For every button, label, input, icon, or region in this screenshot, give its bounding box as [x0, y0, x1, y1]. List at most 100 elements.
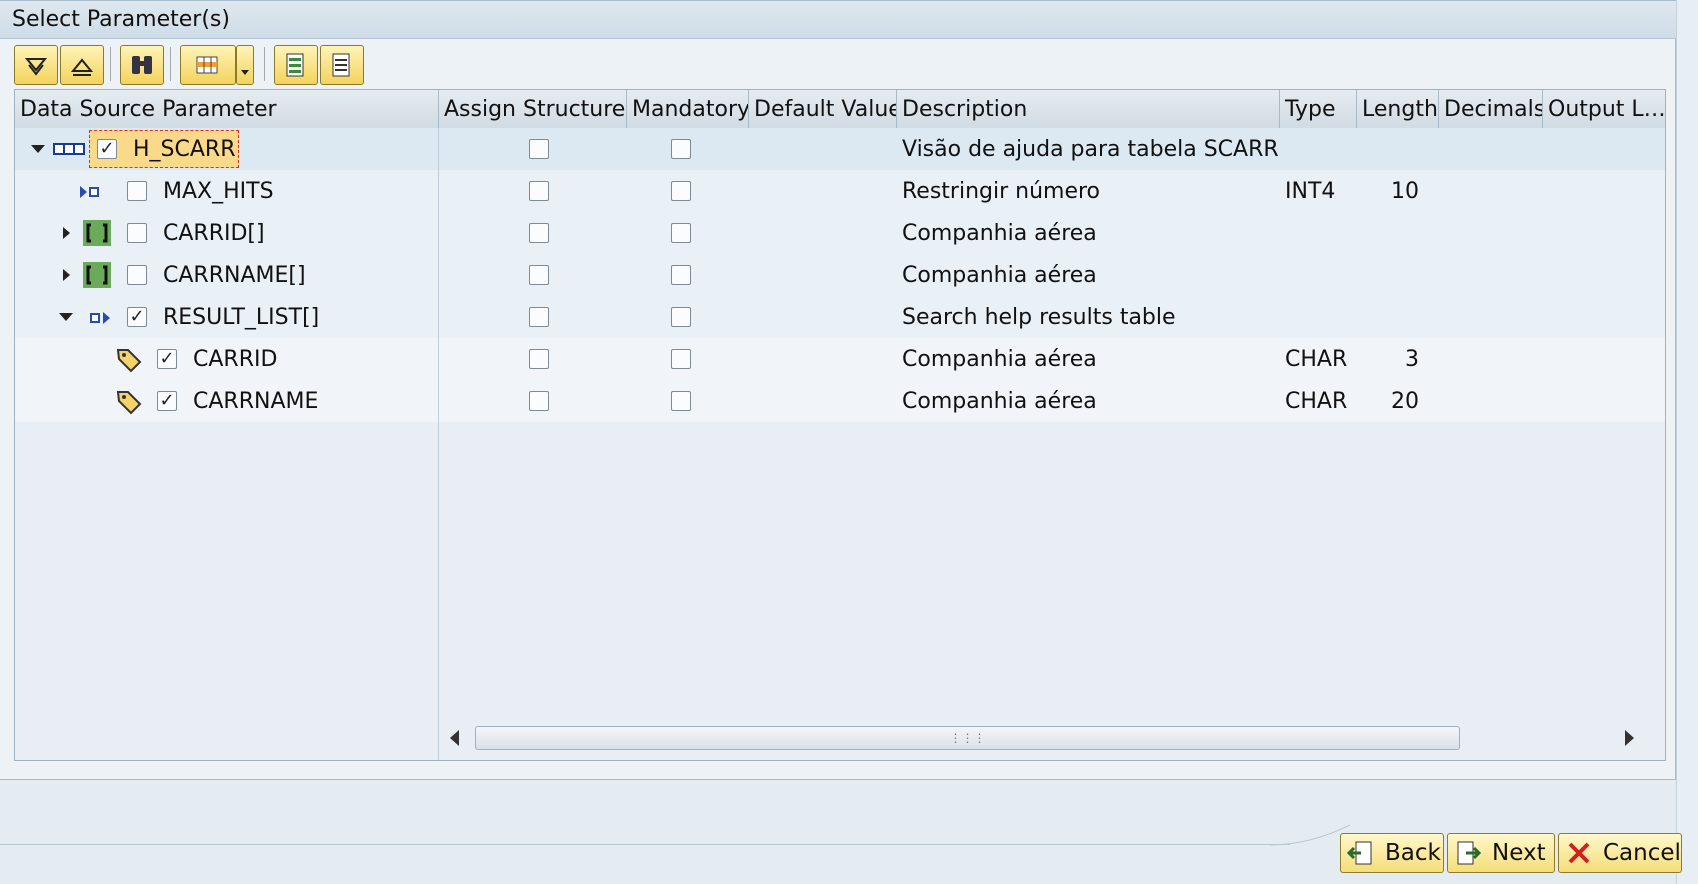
checkbox-assign-structure[interactable]	[529, 223, 549, 243]
grid-header: Data Source Parameter Assign Structure M…	[15, 90, 1665, 129]
description-cell: Companhia aérea	[902, 389, 1097, 414]
column-header-data-source-parameter[interactable]: Data Source Parameter	[15, 90, 439, 128]
expand-node-icon[interactable]	[63, 227, 70, 239]
export-parameter-icon	[90, 312, 110, 324]
collapse-all-icon	[70, 58, 94, 76]
column-header-assign-structure[interactable]: Assign Structure	[439, 90, 627, 128]
table-row[interactable]: ✓ RESULT_LIST[] Search help results tabl…	[15, 296, 1665, 338]
scrollbar-thumb[interactable]: ⋮⋮⋮	[475, 726, 1460, 750]
tag-icon	[116, 391, 142, 415]
checkbox-mandatory[interactable]	[671, 181, 691, 201]
footer-curve-decoration	[1270, 824, 1350, 846]
parameter-name: H_SCARR	[133, 137, 236, 162]
table-row[interactable]: CARRID[] Companhia aérea	[15, 212, 1665, 254]
checkbox-assign-structure[interactable]	[529, 265, 549, 285]
table-row[interactable]: ✓ CARRID Companhia aérea CHAR 3	[15, 338, 1665, 380]
description-cell: Restringir número	[902, 179, 1101, 204]
table-row[interactable]: ✓ CARRNAME Companhia aérea CHAR 20	[15, 380, 1665, 422]
checkbox-mandatory[interactable]	[671, 223, 691, 243]
checkbox-include-result-list[interactable]: ✓	[127, 307, 147, 327]
checkbox-mandatory[interactable]	[671, 349, 691, 369]
checkbox-assign-structure[interactable]	[529, 391, 549, 411]
binoculars-icon	[132, 56, 152, 74]
description-cell: Companhia aérea	[902, 263, 1097, 288]
checkbox-include-carrname-table[interactable]	[127, 265, 147, 285]
next-label: Next	[1492, 840, 1546, 866]
checkbox-assign-structure[interactable]	[529, 349, 549, 369]
table-row[interactable]: MAX_HITS Restringir número INT4 10	[15, 170, 1665, 212]
expand-all-button[interactable]	[14, 45, 58, 85]
table-parameter-icon	[83, 220, 111, 246]
footer-divider	[0, 844, 1290, 845]
expand-all-icon	[24, 58, 48, 76]
expand-node-icon[interactable]	[63, 269, 70, 281]
description-cell: Search help results table	[902, 305, 1176, 330]
collapse-node-icon[interactable]	[59, 313, 73, 321]
import-parameter-icon	[80, 186, 99, 198]
column-header-description[interactable]: Description	[897, 90, 1280, 128]
back-arrow-icon	[1347, 841, 1372, 865]
next-button[interactable]: Next	[1447, 833, 1555, 873]
tree-column-divider	[438, 128, 439, 760]
window-right-edge	[1676, 0, 1698, 884]
parameter-name: CARRNAME[]	[163, 263, 306, 288]
deselect-all-icon	[332, 53, 350, 77]
cancel-label: Cancel	[1603, 840, 1681, 866]
column-header-length[interactable]: Length	[1357, 90, 1439, 128]
select-all-button[interactable]	[274, 45, 318, 85]
length-cell: 10	[1391, 179, 1419, 204]
table-parameter-icon	[83, 262, 111, 288]
column-header-type[interactable]: Type	[1280, 90, 1357, 128]
back-label: Back	[1385, 840, 1441, 866]
find-button[interactable]	[120, 45, 164, 85]
length-cell: 3	[1405, 347, 1419, 372]
column-header-decimals[interactable]: Decimals	[1439, 90, 1543, 128]
description-cell: Companhia aérea	[902, 221, 1097, 246]
structure-icon	[53, 143, 85, 155]
horizontal-scrollbar[interactable]: ⋮⋮⋮	[440, 724, 1645, 754]
toolbar-separator	[264, 47, 265, 81]
scroll-left-arrow-icon[interactable]	[450, 730, 459, 746]
column-header-output-length[interactable]: Output L…	[1543, 90, 1665, 128]
select-all-icon	[286, 53, 304, 77]
toolbar-separator	[110, 47, 111, 81]
description-cell: Companhia aérea	[902, 347, 1097, 372]
parameter-panel: Select Parameter(s) Data Source Paramete…	[0, 0, 1676, 780]
column-header-mandatory[interactable]: Mandatory	[627, 90, 749, 128]
checkbox-mandatory[interactable]	[671, 391, 691, 411]
checkbox-include-max-hits[interactable]	[127, 181, 147, 201]
collapse-node-icon[interactable]	[31, 145, 45, 153]
panel-title: Select Parameter(s)	[0, 1, 1676, 39]
type-cell: CHAR	[1285, 347, 1348, 372]
description-cell: Visão de ajuda para tabela SCARR	[902, 137, 1279, 162]
collapse-all-button[interactable]	[60, 45, 104, 85]
toolbar	[14, 45, 1674, 87]
layout-icon	[196, 56, 218, 74]
layout-button[interactable]	[180, 45, 236, 85]
type-cell: INT4	[1285, 179, 1336, 204]
cancel-x-icon	[1568, 842, 1590, 864]
table-row[interactable]: ✓ H_SCARR Visão de ajuda para tabela SCA…	[15, 128, 1665, 170]
deselect-all-button[interactable]	[320, 45, 364, 85]
parameter-name: RESULT_LIST[]	[163, 305, 320, 330]
parameter-name: CARRID	[193, 347, 278, 372]
layout-dropdown-button[interactable]	[236, 45, 254, 85]
cancel-button[interactable]: Cancel	[1558, 833, 1682, 873]
column-header-default-value[interactable]: Default Value	[749, 90, 897, 128]
checkbox-include-carrid-table[interactable]	[127, 223, 147, 243]
scroll-right-arrow-icon[interactable]	[1625, 730, 1634, 746]
checkbox-include-carrname[interactable]: ✓	[157, 391, 177, 411]
checkbox-mandatory[interactable]	[671, 139, 691, 159]
length-cell: 20	[1391, 389, 1419, 414]
tag-icon	[116, 349, 142, 373]
checkbox-assign-structure[interactable]	[529, 181, 549, 201]
checkbox-mandatory[interactable]	[671, 307, 691, 327]
checkbox-include-carrid[interactable]: ✓	[157, 349, 177, 369]
parameter-name: CARRID[]	[163, 221, 265, 246]
back-button[interactable]: Back	[1340, 833, 1444, 873]
table-row[interactable]: CARRNAME[] Companhia aérea	[15, 254, 1665, 296]
checkbox-mandatory[interactable]	[671, 265, 691, 285]
checkbox-assign-structure[interactable]	[529, 307, 549, 327]
checkbox-assign-structure[interactable]	[529, 139, 549, 159]
checkbox-include-h-scarr[interactable]: ✓	[97, 139, 117, 159]
